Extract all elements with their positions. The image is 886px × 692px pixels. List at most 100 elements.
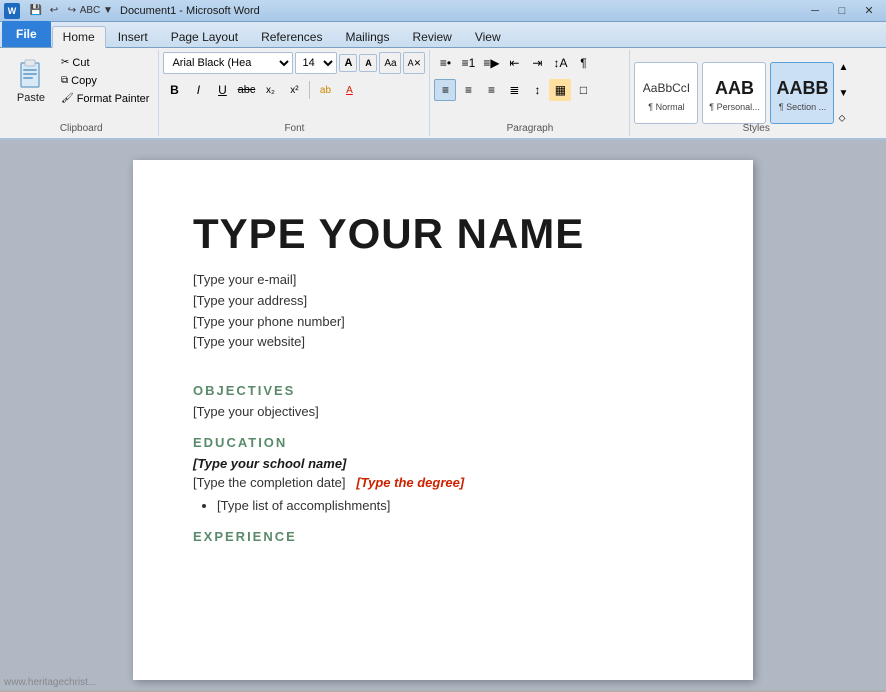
increase-indent-button[interactable]: ⇥ — [526, 52, 548, 74]
multilevel-button[interactable]: ≡▶ — [480, 52, 502, 74]
tab-mailings[interactable]: Mailings — [334, 25, 400, 47]
style-personal-label: ¶ Personal... — [709, 102, 759, 112]
close-button[interactable]: ✕ — [856, 2, 882, 20]
cut-button[interactable]: ✂ Cut — [56, 54, 154, 71]
styles-label: Styles — [630, 123, 882, 134]
degree-line: [Type the completion date] [Type the deg… — [193, 475, 693, 490]
style-section[interactable]: AABB ¶ Section ... — [770, 62, 834, 124]
paste-label: Paste — [17, 92, 45, 104]
font-group: Arial Black (Hea 14 A A Aa A✕ B I U abc … — [159, 50, 430, 136]
spelling-qa-button[interactable]: ABC — [82, 3, 98, 19]
window-controls: ─ □ ✕ — [802, 2, 882, 20]
strikethrough-button[interactable]: abc — [235, 79, 257, 101]
minimize-button[interactable]: ─ — [802, 2, 828, 20]
accomplishments-list: [Type list of accomplishments] — [217, 498, 693, 513]
show-hide-button[interactable]: ¶ — [572, 52, 594, 74]
paragraph-group: ≡• ≡1 ≡▶ ⇤ ⇥ ↕A ¶ ≡ ≡ ≡ ≣ ↕ ▦ □ Paragrap… — [430, 50, 630, 136]
subscript-button[interactable]: x₂ — [259, 79, 281, 101]
undo-qa-button[interactable]: ↩ — [46, 3, 62, 19]
tab-view[interactable]: View — [464, 25, 512, 47]
italic-button[interactable]: I — [187, 79, 209, 101]
ribbon-tabs: File Home Insert Page Layout References … — [0, 22, 886, 48]
save-qa-button[interactable]: 💾 — [28, 3, 44, 19]
cut-icon: ✂ — [61, 57, 69, 68]
decrease-font-size-button[interactable]: A — [359, 54, 377, 72]
copy-button[interactable]: ⧉ Copy — [56, 72, 154, 89]
decrease-indent-button[interactable]: ⇤ — [503, 52, 525, 74]
style-section-label: ¶ Section ... — [779, 102, 826, 112]
app-icon: W — [4, 3, 20, 19]
align-center-button[interactable]: ≡ — [457, 79, 479, 101]
copy-icon: ⧉ — [61, 75, 68, 86]
tab-review[interactable]: Review — [401, 25, 462, 47]
text-highlight-button[interactable]: ab — [314, 79, 336, 101]
line-spacing-button[interactable]: ↕ — [526, 79, 548, 101]
contact-website: [Type your website] — [193, 332, 693, 353]
bold-button[interactable]: B — [163, 79, 185, 101]
watermark: www.heritagechrist... — [4, 677, 96, 688]
style-normal[interactable]: AaBbCcI ¶ Normal — [634, 62, 698, 124]
qa-dropdown-button[interactable]: ▼ — [100, 3, 116, 19]
window-title: Document1 - Microsoft Word — [120, 5, 260, 17]
styles-scroll[interactable]: ▲ ▼ ⬦ — [838, 62, 848, 124]
align-right-button[interactable]: ≡ — [480, 79, 502, 101]
align-left-button[interactable]: ≡ — [434, 79, 456, 101]
title-bar: W 💾 ↩ ↪ ABC ▼ Document1 - Microsoft Word… — [0, 0, 886, 22]
shading-button[interactable]: ▦ — [549, 79, 571, 101]
experience-title: EXPERIENCE — [193, 529, 693, 544]
paragraph-label: Paragraph — [430, 123, 629, 134]
font-divider — [309, 81, 310, 99]
tab-home[interactable]: Home — [52, 26, 106, 48]
clipboard-group: Paste ✂ Cut ⧉ Copy 🖌 Format Painter — [4, 50, 159, 136]
resume-name: TYPE YOUR NAME — [193, 210, 693, 258]
style-normal-preview: AaBbCcI — [643, 74, 690, 102]
cut-label: Cut — [72, 57, 89, 69]
borders-button[interactable]: □ — [572, 79, 594, 101]
format-painter-button[interactable]: 🖌 Format Painter — [56, 90, 154, 107]
font-color-button[interactable]: A — [338, 79, 360, 101]
styles-group: AaBbCcI ¶ Normal AAB ¶ Personal... AABB … — [630, 50, 882, 136]
style-personal-preview: AAB — [715, 74, 754, 102]
font-label: Font — [159, 123, 429, 134]
tab-file[interactable]: File — [2, 21, 51, 47]
clipboard-label: Clipboard — [4, 123, 158, 134]
justify-button[interactable]: ≣ — [503, 79, 525, 101]
increase-font-size-button[interactable]: A — [339, 54, 357, 72]
superscript-button[interactable]: x² — [283, 79, 305, 101]
maximize-button[interactable]: □ — [829, 2, 855, 20]
tab-page-layout[interactable]: Page Layout — [160, 25, 249, 47]
bullets-button[interactable]: ≡• — [434, 52, 456, 74]
paste-button[interactable]: Paste — [8, 52, 54, 110]
copy-label: Copy — [71, 75, 97, 87]
education-title: EDUCATION — [193, 435, 693, 450]
tab-insert[interactable]: Insert — [107, 25, 159, 47]
style-personal[interactable]: AAB ¶ Personal... — [702, 62, 766, 124]
quick-access-toolbar: 💾 ↩ ↪ ABC ▼ — [28, 3, 116, 19]
sort-button[interactable]: ↕A — [549, 52, 571, 74]
styles-down-button[interactable]: ▼ — [838, 88, 848, 99]
tab-references[interactable]: References — [250, 25, 333, 47]
numbering-button[interactable]: ≡1 — [457, 52, 479, 74]
resume-contact: [Type your e-mail] [Type your address] [… — [193, 270, 693, 353]
school-name: [Type your school name] — [193, 456, 693, 471]
accomplishment-item: [Type list of accomplishments] — [217, 498, 693, 513]
styles-up-button[interactable]: ▲ — [838, 62, 848, 73]
format-painter-icon: 🖌 — [61, 93, 74, 104]
redo-qa-button[interactable]: ↪ — [64, 3, 80, 19]
ribbon: Paste ✂ Cut ⧉ Copy 🖌 Format Painter — [0, 48, 886, 140]
paste-icon — [16, 58, 46, 92]
underline-button[interactable]: U — [211, 79, 233, 101]
document-page[interactable]: TYPE YOUR NAME [Type your e-mail] [Type … — [133, 160, 753, 680]
change-case-button[interactable]: Aa — [379, 52, 401, 74]
document-area: TYPE YOUR NAME [Type your e-mail] [Type … — [0, 140, 886, 690]
completion-date: [Type the completion date] — [193, 475, 345, 490]
degree-text: [Type the degree] — [356, 475, 464, 490]
contact-address: [Type your address] — [193, 291, 693, 312]
objectives-content: [Type your objectives] — [193, 404, 693, 419]
contact-email: [Type your e-mail] — [193, 270, 693, 291]
font-family-select[interactable]: Arial Black (Hea — [163, 52, 293, 74]
style-normal-label: ¶ Normal — [648, 102, 684, 112]
clear-formatting-button[interactable]: A✕ — [403, 52, 425, 74]
font-size-select[interactable]: 14 — [295, 52, 337, 74]
objectives-title: OBJECTIVES — [193, 383, 693, 398]
